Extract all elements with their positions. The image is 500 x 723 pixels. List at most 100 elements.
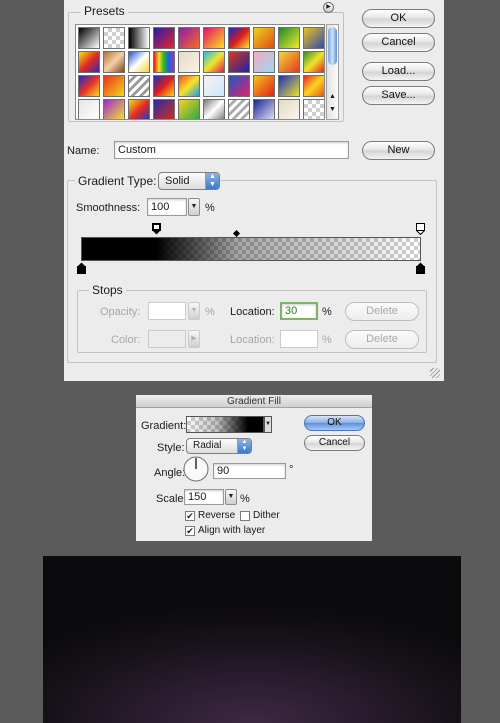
preset-swatch[interactable] [153,75,175,97]
preset-swatch[interactable] [253,75,275,97]
gradient-fill-dialog: Gradient Fill Gradient: ▼ OK Cancel Styl… [136,395,372,541]
cancel-button[interactable]: Cancel [362,33,435,52]
style-value: Radial [193,440,222,451]
resize-grip-icon[interactable] [430,368,440,378]
preset-swatch[interactable] [178,99,200,119]
angle-field[interactable]: 90 [213,463,286,479]
preset-swatch[interactable] [78,27,100,49]
preset-swatch[interactable] [228,27,250,49]
gradient-result-preview [43,556,461,723]
angle-dial-icon[interactable] [183,456,209,482]
preset-swatch[interactable] [153,51,175,73]
opacity-delete-button[interactable]: Delete [345,302,419,321]
preset-swatch[interactable] [128,75,150,97]
scale-unit: % [240,493,250,505]
color-stop-end-icon[interactable] [416,262,425,274]
color-location-field[interactable] [280,330,318,348]
preset-swatch[interactable] [78,51,100,73]
preset-swatch[interactable] [303,51,324,73]
preset-swatch[interactable] [128,51,150,73]
reverse-checkbox[interactable]: ✔ [185,511,195,521]
opacity-stop-end-icon[interactable] [416,223,425,235]
preset-swatch[interactable] [303,75,324,97]
color-delete-button[interactable]: Delete [345,330,419,349]
preset-swatch[interactable] [253,99,275,119]
preset-swatch[interactable] [103,51,125,73]
preset-swatch[interactable] [278,75,300,97]
presets-menu-icon[interactable]: ▶ [323,2,334,13]
smoothness-label: Smoothness: [76,202,141,214]
gradient-swatch[interactable] [186,416,264,433]
save-button[interactable]: Save... [362,86,435,105]
color-stop-start-icon[interactable] [77,262,86,274]
opacity-label: Opacity: [100,306,141,318]
scrollbar-thumb[interactable] [328,27,337,65]
smoothness-field[interactable]: 100 [147,198,187,216]
dither-label: Dither [253,510,280,521]
preset-swatch[interactable] [78,75,100,97]
preset-swatch[interactable] [128,99,150,119]
preset-swatch[interactable] [178,51,200,73]
preset-swatch[interactable] [303,27,324,49]
opacity-dropdown-icon[interactable]: ▼ [188,302,200,320]
gradient-type-value: Solid [165,175,190,187]
preset-swatch[interactable] [103,27,125,49]
gradient-label: Gradient: [141,420,187,432]
gradient-preview-bar[interactable] [81,237,421,261]
preset-swatch[interactable] [203,51,225,73]
opacity-location-label: Location: [230,306,275,318]
scroll-up-arrow-icon[interactable]: ▲ [329,93,336,100]
opacity-field[interactable] [148,302,186,320]
scroll-down-arrow-icon[interactable]: ▼ [329,106,336,113]
style-select[interactable]: Radial ▲ ▼ [186,438,252,454]
preset-swatch[interactable] [228,99,250,119]
preset-swatch[interactable] [228,51,250,73]
preset-swatch[interactable] [153,99,175,119]
preset-swatch[interactable] [178,27,200,49]
preset-swatch[interactable] [128,27,150,49]
preset-swatch[interactable] [278,27,300,49]
preset-swatch[interactable] [103,99,125,119]
preset-swatch[interactable] [203,75,225,97]
fill-cancel-button[interactable]: Cancel [304,435,365,451]
gradient-type-label: Gradient Type: [75,174,160,188]
preset-swatch[interactable] [253,27,275,49]
style-label: Style: [157,442,185,454]
scale-field[interactable]: 150 [184,489,224,505]
color-swatch[interactable] [148,330,186,348]
preset-swatch[interactable] [278,99,300,119]
ok-button[interactable]: OK [362,9,435,28]
dither-checkbox[interactable] [240,511,250,521]
align-with-layer-checkbox[interactable]: ✔ [185,526,195,536]
preset-swatch[interactable] [228,75,250,97]
preset-swatch[interactable] [203,99,225,119]
preset-swatch[interactable] [253,51,275,73]
stops-title: Stops [89,283,126,297]
preset-swatch[interactable] [203,27,225,49]
scale-dropdown-icon[interactable]: ▼ [225,489,237,505]
preset-swatch[interactable] [178,75,200,97]
name-field[interactable]: Custom [114,141,349,159]
presets-title: Presets [81,4,128,18]
preset-swatch[interactable] [103,75,125,97]
opacity-stop-selected-icon[interactable] [152,223,161,235]
color-location-unit: % [322,334,332,346]
new-button[interactable]: New [362,141,435,160]
preset-swatch[interactable] [153,27,175,49]
color-swatch-arrow-icon[interactable]: ▶ [188,330,200,348]
reverse-label: Reverse [198,510,236,521]
gradient-swatch-fill [187,417,263,432]
preset-scrollbar[interactable]: ▲ ▼ [326,24,339,120]
preset-swatch[interactable] [78,99,100,119]
angle-label: Angle: [154,467,186,479]
updown-arrows-icon: ▲ ▼ [237,439,251,453]
load-button[interactable]: Load... [362,62,435,81]
color-label: Color: [111,334,141,346]
gradient-type-select[interactable]: Solid ▲ ▼ [158,172,220,190]
preset-swatch[interactable] [303,99,324,119]
opacity-location-field[interactable]: 30 [280,302,318,320]
preset-swatch[interactable] [278,51,300,73]
gradient-dropdown-icon[interactable]: ▼ [264,416,272,433]
smoothness-dropdown-icon[interactable]: ▼ [188,198,200,216]
fill-ok-button[interactable]: OK [304,415,365,431]
